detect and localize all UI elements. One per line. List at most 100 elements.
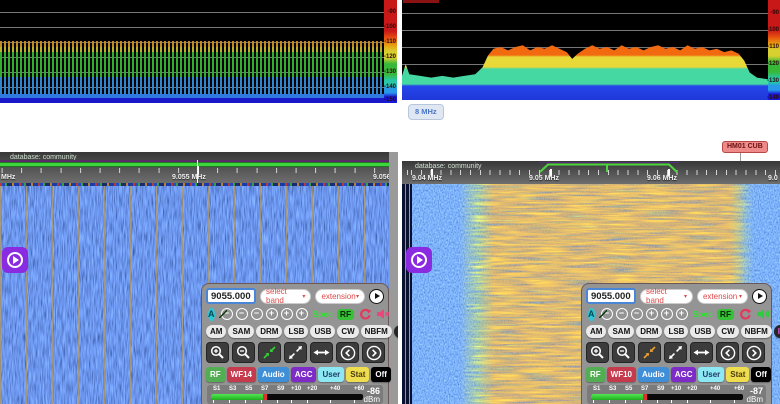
wf-adjust-button[interactable]: − [631, 308, 643, 320]
view-button[interactable]: User [698, 367, 724, 382]
wf-adjust-button[interactable]: + [661, 308, 673, 320]
zoom-out-max-button[interactable] [664, 342, 687, 363]
view-button[interactable]: Audio [638, 367, 669, 382]
extension-dropdown[interactable]: extension ▾ [697, 289, 748, 304]
zoom-in-button[interactable] [586, 342, 609, 363]
zoom-out-max-button[interactable] [284, 342, 307, 363]
wf-adjust-button[interactable]: + [281, 308, 293, 320]
view-button[interactable]: Off [751, 367, 771, 382]
wf-adjust-button[interactable]: + [266, 308, 278, 320]
view-button[interactable]: Stat [726, 367, 749, 382]
zoom-in-button[interactable] [206, 342, 229, 363]
page-right-button[interactable] [362, 342, 385, 363]
s-meter-label: S9 [657, 386, 664, 392]
select-band-dropdown[interactable]: select band ▾ [640, 289, 693, 304]
mode-button[interactable]: AM [586, 325, 606, 338]
spec-toggle[interactable]: Spec [313, 309, 333, 319]
player-button[interactable] [369, 289, 384, 304]
view-button[interactable]: WF10 [607, 367, 636, 382]
spec-toggle[interactable]: Spec [693, 309, 713, 319]
view-button[interactable]: AGC [291, 367, 317, 382]
passband-shift-button[interactable] [310, 342, 333, 363]
database-label: database: community [10, 154, 77, 161]
mode-button[interactable]: DRM [636, 325, 662, 338]
page-left-button[interactable] [716, 342, 739, 363]
zoom-to-band-button[interactable] [638, 342, 661, 363]
left-window-scrollbar[interactable] [389, 152, 398, 404]
mode-button[interactable]: AM [206, 325, 226, 338]
wf-adjust-button[interactable]: − [251, 308, 263, 320]
rf-toggle[interactable]: RF [717, 309, 734, 320]
play-icon [7, 252, 23, 268]
refresh-button[interactable] [739, 308, 752, 321]
s-meter-label: S5 [245, 386, 252, 392]
mode-button[interactable]: DRM [256, 325, 282, 338]
speaker-muted-icon[interactable] [377, 308, 390, 320]
view-button[interactable]: WF14 [227, 367, 256, 382]
rf-toggle[interactable]: RF [337, 309, 354, 320]
s-meter-tick [277, 400, 278, 403]
mode-button[interactable]: IQ [774, 325, 780, 338]
mode-button[interactable]: CW [337, 325, 358, 338]
left-frequency-scale[interactable]: database: community MHz9.055 MHz9.056 [0, 152, 390, 183]
frequency-input[interactable] [206, 288, 256, 304]
s-meter-tick [593, 400, 594, 403]
player-button[interactable] [752, 289, 767, 304]
band-tab[interactable]: 8 MHz [408, 104, 444, 120]
frequency-input[interactable] [586, 288, 636, 304]
spectrum-marker [403, 0, 439, 3]
zoom-to-band-button[interactable] [258, 342, 281, 363]
right-spectrum[interactable]: -90-100-110-120-130-140 [402, 0, 780, 100]
audio-start-button[interactable] [406, 247, 432, 273]
s-meter-label: S3 [609, 386, 616, 392]
mode-button[interactable]: LSB [664, 325, 688, 338]
play-icon [758, 293, 763, 299]
colorbar-label: -130 [384, 69, 396, 75]
page-right-button[interactable] [742, 342, 765, 363]
left-spectrum[interactable]: -90-100-110-120-130-140-150 [0, 0, 397, 103]
mode-button[interactable]: LSB [284, 325, 308, 338]
wf-adjust-button[interactable]: − [616, 308, 628, 320]
refresh-button[interactable] [359, 308, 372, 321]
s-meter-tick [245, 400, 246, 403]
select-band-dropdown[interactable]: select band ▾ [260, 289, 311, 304]
view-button[interactable]: Stat [346, 367, 369, 382]
colorbar-label: -110 [767, 44, 779, 50]
colorbar-label: -90 [387, 9, 396, 15]
mode-button[interactable]: SAM [228, 325, 254, 338]
passband-shift-button[interactable] [690, 342, 713, 363]
mode-button[interactable]: USB [310, 325, 335, 338]
aperture-auto-button[interactable]: A [588, 308, 595, 321]
wf-adjust-button[interactable]: + [646, 308, 658, 320]
dx-station-label[interactable]: HM01 CUB [722, 141, 768, 153]
frequency-label: 9.0 [768, 175, 778, 182]
view-button[interactable]: Audio [258, 367, 289, 382]
mode-button[interactable]: SAM [608, 325, 634, 338]
wf-adjust-button[interactable]: + [676, 308, 688, 320]
colorbar-label: -120 [767, 61, 779, 67]
mode-button[interactable]: NBFM [741, 325, 772, 338]
s-meter-tick [657, 400, 658, 403]
s-meter-label: S1 [213, 386, 220, 392]
colorbar-label: -110 [384, 39, 396, 45]
wf-adjust-button[interactable]: − [236, 308, 248, 320]
wf-adjust-button[interactable]: + [296, 308, 308, 320]
mode-button[interactable]: NBFM [361, 325, 392, 338]
right-frequency-scale[interactable]: database: community 9.04 MHz9.05 MHz9.06… [402, 161, 780, 184]
right-colorbar: -90-100-110-120-130-140 [768, 0, 780, 100]
database-label: database: community [415, 163, 482, 170]
view-button[interactable]: Off [371, 367, 391, 382]
mode-button[interactable]: CW [717, 325, 738, 338]
audio-start-button[interactable] [2, 247, 28, 273]
zoom-out-button[interactable] [612, 342, 635, 363]
view-button[interactable]: User [318, 367, 344, 382]
view-button[interactable]: AGC [671, 367, 697, 382]
extension-dropdown[interactable]: extension ▾ [315, 289, 365, 304]
view-button[interactable]: RF [206, 367, 225, 382]
view-button[interactable]: RF [586, 367, 605, 382]
aperture-auto-button[interactable]: A [208, 308, 215, 321]
mode-button[interactable]: USB [690, 325, 715, 338]
page-left-button[interactable] [336, 342, 359, 363]
zoom-out-button[interactable] [232, 342, 255, 363]
speaker-on-icon[interactable] [757, 308, 770, 320]
